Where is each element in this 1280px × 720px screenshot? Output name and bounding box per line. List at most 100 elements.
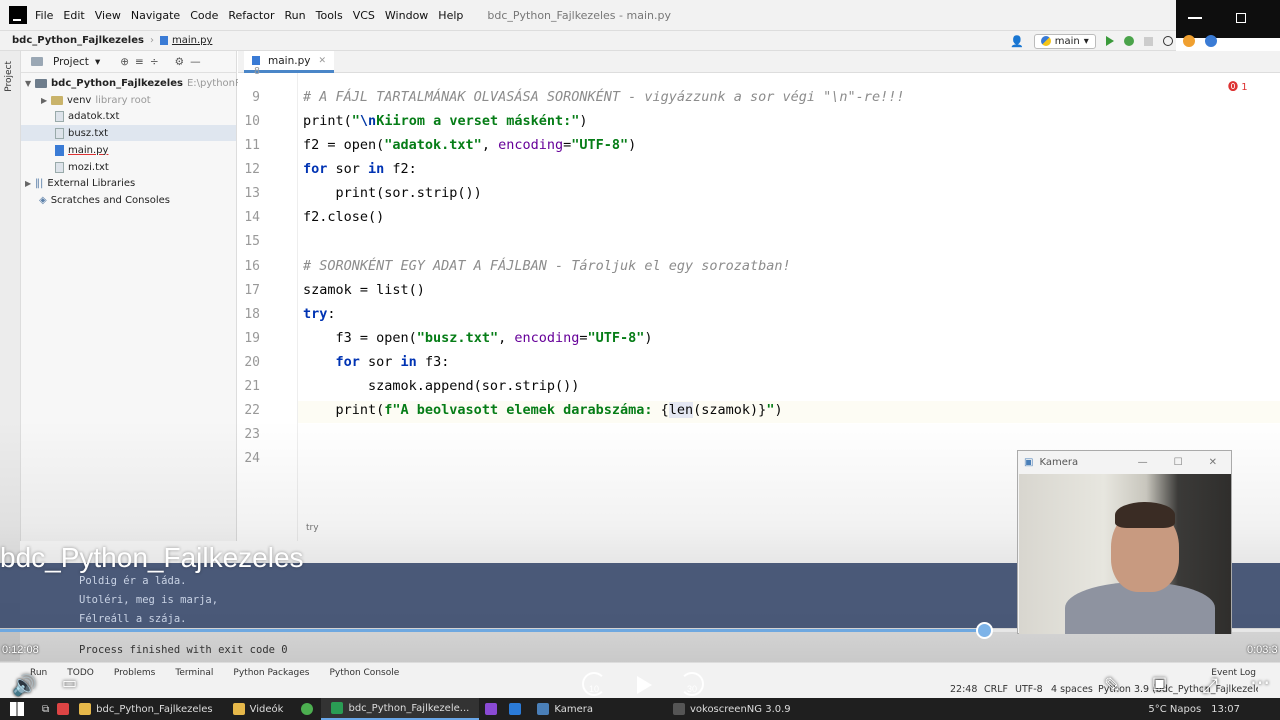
run-config-label: main [1054, 35, 1080, 47]
expand-icon[interactable]: ÷ [150, 56, 159, 68]
minimize-icon[interactable] [1188, 17, 1202, 19]
update-icon[interactable] [1182, 35, 1195, 47]
tree-item-adatok[interactable]: adatok.txt [55, 108, 119, 124]
menu-file[interactable]: File [35, 9, 53, 22]
fullscreen-icon[interactable]: ⤢ [1202, 673, 1218, 697]
tree-item-main[interactable]: main.py [55, 142, 108, 158]
menu-run[interactable]: Run [285, 9, 306, 22]
menu-tools[interactable]: Tools [316, 9, 343, 22]
folder-icon [35, 78, 47, 88]
tree-item-label: adatok.txt [68, 110, 120, 122]
error-count: 1 [1241, 82, 1248, 93]
library-root-note: library root [95, 94, 151, 106]
chrome-icon[interactable] [301, 703, 314, 715]
restore-icon[interactable] [1236, 13, 1246, 23]
minimize-icon[interactable]: — [1138, 457, 1148, 468]
menu-code[interactable]: Code [190, 9, 218, 22]
task-view-icon[interactable]: ⧉ [34, 704, 57, 715]
vs-icon[interactable] [485, 703, 498, 715]
tab-terminal[interactable]: Terminal [175, 668, 213, 678]
play-icon[interactable] [637, 676, 652, 694]
run-output: Poldig ér a láda. Utoléri, meg is marja,… [79, 572, 218, 629]
cast-icon[interactable]: ▣ [1152, 673, 1167, 692]
menu-help[interactable]: Help [438, 9, 463, 22]
tab-problems[interactable]: Problems [114, 668, 155, 678]
taskbar-item[interactable]: Videók [223, 698, 294, 720]
tab-python-packages[interactable]: Python Packages [233, 668, 309, 678]
camera-window[interactable]: ▣ Kamera — ☐ ✕ [1017, 450, 1232, 634]
string-literal: "\nKiirom a verset másként:" [351, 113, 580, 129]
python-file-icon [159, 36, 168, 45]
captions-icon[interactable]: ▭ [62, 673, 77, 692]
run-icon[interactable] [1105, 36, 1114, 46]
pycharm-taskbar-icon[interactable] [57, 703, 70, 715]
chevron-right-icon: ▶ [25, 178, 32, 188]
camera-icon [537, 703, 550, 715]
file-encoding[interactable]: UTF-8 [1015, 684, 1043, 695]
process-finished-text: Process finished with exit code 0 [79, 644, 288, 656]
indent-setting[interactable]: 4 spaces [1051, 684, 1093, 695]
code-line: for sor in f3: [335, 354, 450, 370]
volume-icon[interactable]: 🔊 [12, 673, 37, 697]
menu-vcs[interactable]: VCS [353, 9, 375, 22]
taskbar-item[interactable]: bdc_Python_Fajlkezele... [321, 698, 480, 720]
taskbar-item-label: vokoscreenNG 3.0.9 [689, 703, 791, 715]
python-icon [1040, 36, 1051, 46]
close-icon[interactable]: ✕ [1209, 457, 1217, 468]
interpreter-setting[interactable]: Python 3.9 (bdc_Python_Fajlkezeles) [1098, 684, 1258, 695]
error-indicator[interactable]: ⓿ 1 [1228, 78, 1248, 93]
menu-view[interactable]: View [95, 9, 121, 22]
taskbar-item[interactable]: bdc_Python_Fajlkezeles [69, 698, 223, 720]
collapse-icon[interactable]: ≡ [135, 56, 144, 68]
tree-item-label: mozi.txt [68, 161, 109, 173]
line-separator[interactable]: CRLF [984, 684, 1008, 695]
keyword: for [335, 354, 360, 370]
breadcrumb-project[interactable]: bdc_Python_Fajlkezeles [12, 35, 144, 46]
breadcrumb-separator: › [149, 35, 154, 46]
tree-item-external-libraries[interactable]: ▶ ‖| External Libraries [25, 175, 135, 191]
menu-navigate[interactable]: Navigate [131, 9, 180, 22]
tab-python-console[interactable]: Python Console [329, 668, 399, 678]
text-file-icon [55, 127, 64, 139]
debug-icon[interactable] [1123, 36, 1134, 46]
hide-icon[interactable]: — [190, 56, 201, 68]
skip-back-icon[interactable]: 10 [582, 672, 606, 696]
skip-forward-icon[interactable]: 30 [680, 672, 704, 696]
keyword: in [368, 161, 385, 177]
user-icon[interactable]: 👤 [1010, 35, 1024, 48]
gear-icon[interactable]: ⚙ [175, 56, 184, 68]
locate-icon[interactable]: ⊕ [120, 56, 129, 68]
menu-window[interactable]: Window [385, 9, 428, 22]
tree-item-venv[interactable]: ▶ venv library root [41, 92, 151, 108]
tree-item-busz[interactable]: busz.txt [21, 125, 236, 141]
line-number: 11 [244, 138, 260, 153]
taskbar-item[interactable]: Kamera [527, 698, 603, 720]
project-view-label[interactable]: Project [53, 56, 89, 68]
line-number: 22 [244, 403, 260, 418]
maximize-icon[interactable]: ☐ [1174, 457, 1183, 468]
menu-edit[interactable]: Edit [63, 9, 84, 22]
tree-item-mozi[interactable]: mozi.txt [55, 159, 109, 175]
pen-icon[interactable]: ✎ [1104, 673, 1121, 697]
video-progress-handle[interactable] [976, 622, 993, 639]
python-console-icon[interactable] [1204, 35, 1217, 47]
windows-start-icon[interactable] [10, 702, 24, 716]
tree-root[interactable]: ▼ bdc_Python_Fajlkezeles E:\pythonProjec [25, 75, 265, 91]
search-icon[interactable] [1162, 36, 1173, 46]
weather-status[interactable]: 5°C Napos [1148, 704, 1211, 715]
run-config-select[interactable]: main ▾ [1033, 33, 1096, 49]
stop-icon[interactable] [1143, 36, 1153, 46]
caret-position[interactable]: 22:48 [950, 684, 977, 695]
clock[interactable]: 13:07 [1211, 704, 1280, 715]
chevron-down-icon[interactable]: ▾ [95, 56, 100, 68]
menu-refactor[interactable]: Refactor [228, 9, 274, 22]
more-icon[interactable]: ⋯ [1250, 670, 1270, 694]
vscode-icon[interactable] [509, 703, 522, 715]
code-line: try: [303, 306, 336, 322]
breadcrumb-file[interactable]: main.py [172, 35, 212, 46]
project-tool-tab[interactable]: Project [4, 61, 14, 92]
taskbar-item[interactable]: vokoscreenNG 3.0.9 [663, 698, 801, 720]
code-line: print("\nKiirom a verset másként:") [303, 113, 588, 129]
close-icon[interactable]: ✕ [318, 56, 326, 66]
tree-item-scratches[interactable]: ◈ Scratches and Consoles [39, 192, 170, 208]
